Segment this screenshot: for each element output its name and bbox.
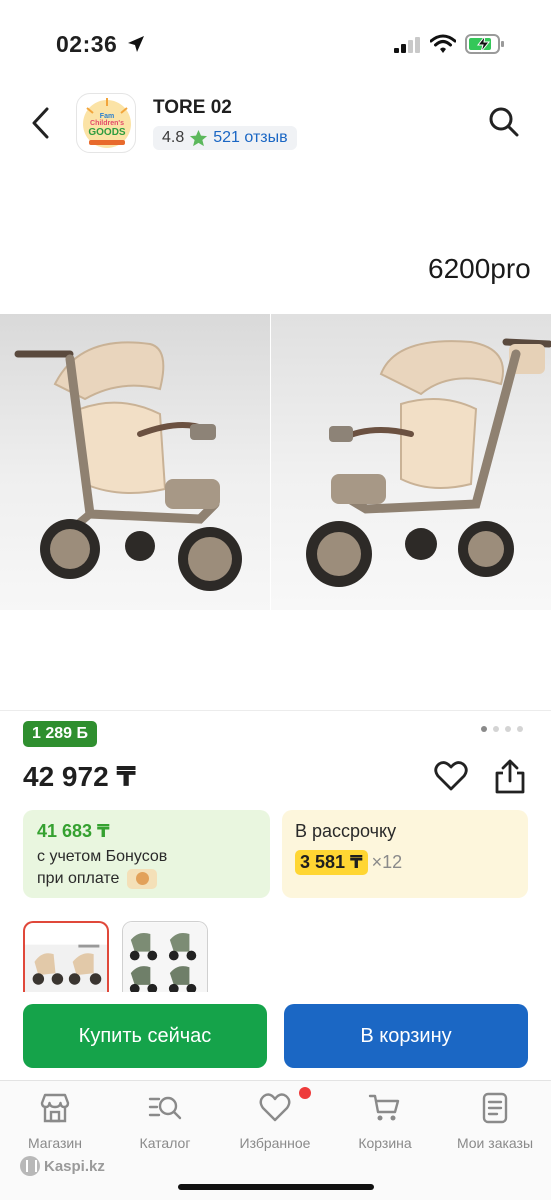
tricycle-illustration-right <box>306 338 551 587</box>
bottom-tab-bar: Магазин Каталог Избранное Корзина Мои за… <box>0 1080 551 1200</box>
installment-row: 3 581 ₸ ×12 <box>295 850 515 875</box>
status-time: 02:36 <box>56 31 118 57</box>
store-logo[interactable]: Fam Children's GOODS <box>76 93 136 153</box>
store-header: Fam Children's GOODS TORE 02 4.8 521 отз… <box>0 90 551 160</box>
thumbnail-image <box>123 922 207 993</box>
gallery-page-indicator <box>481 726 523 732</box>
kaspi-logo-icon <box>20 1156 40 1176</box>
page-dot-active <box>481 726 487 732</box>
installment-card[interactable]: В рассрочку 3 581 ₸ ×12 <box>282 810 528 898</box>
purchase-actions: Купить сейчас В корзину <box>0 992 551 1080</box>
star-icon <box>190 129 208 146</box>
wifi-icon <box>430 34 456 53</box>
tab-cart-label: Корзина <box>358 1135 412 1151</box>
page-dot <box>493 726 499 732</box>
kaspi-brand: Kaspi.kz <box>20 1156 105 1176</box>
tab-favorites[interactable]: Избранное <box>220 1091 330 1151</box>
installment-title: В рассрочку <box>295 821 397 841</box>
logo-text-line-3: GOODS <box>88 127 126 138</box>
bonus-text-line-2: при оплате <box>37 870 120 887</box>
installment-months: ×12 <box>371 852 403 872</box>
thumbnail-image <box>25 944 107 993</box>
reviews-link[interactable]: 521 отзыв <box>213 129 287 147</box>
tab-orders-label: Мои заказы <box>456 1135 534 1151</box>
product-price: 42 972 ₸ <box>23 761 136 792</box>
product-image-gallery[interactable]: 6200pro <box>0 160 551 711</box>
battery-charging-icon <box>465 34 504 54</box>
buy-now-button[interactable]: Купить сейчас <box>23 1004 267 1068</box>
kaspi-brand-text: Kaspi.kz <box>44 1157 105 1175</box>
cart-icon <box>368 1094 400 1121</box>
product-photo-left <box>0 314 270 610</box>
bonus-text: с учетом Бонусов при оплате <box>37 846 256 890</box>
favorites-notification-dot <box>299 1087 311 1099</box>
favorite-heart-icon[interactable] <box>434 761 468 791</box>
catalog-search-icon <box>148 1096 182 1120</box>
page-dot <box>505 726 511 732</box>
gallery-divider <box>0 710 551 711</box>
bonus-points-badge: 1 289 Б <box>23 721 97 747</box>
status-bar: 02:36 <box>0 0 551 90</box>
bonus-price: 41 683 ₸ <box>37 821 110 841</box>
orders-icon <box>482 1092 508 1124</box>
logo-text-line-1: Fam <box>100 113 114 120</box>
logo-text-line-2: Children's <box>90 120 124 127</box>
location-arrow-icon <box>128 36 144 52</box>
tab-catalog-label: Каталог <box>139 1135 191 1151</box>
model-label: 6200pro <box>428 253 531 284</box>
product-photo-right <box>271 314 551 610</box>
share-icon[interactable] <box>494 759 526 795</box>
tab-cart[interactable]: Корзина <box>330 1091 440 1151</box>
store-icon <box>40 1093 70 1123</box>
thumbnail-1-selected[interactable] <box>23 921 109 993</box>
page-dot <box>517 726 523 732</box>
rating-value: 4.8 <box>162 129 185 146</box>
cellular-signal-icon <box>394 37 420 53</box>
rating-pill[interactable]: 4.8 521 отзыв <box>153 126 297 150</box>
bonus-price-card[interactable]: 41 683 ₸ с учетом Бонусов при оплате <box>23 810 270 898</box>
add-to-cart-button[interactable]: В корзину <box>284 1004 528 1068</box>
store-name[interactable]: TORE 02 <box>153 97 232 119</box>
installment-monthly-amount: 3 581 ₸ <box>295 850 368 875</box>
tab-orders[interactable]: Мои заказы <box>440 1091 550 1151</box>
tricycle-illustration-left <box>14 341 242 591</box>
search-icon[interactable] <box>488 106 520 138</box>
thumbnail-2[interactable] <box>122 921 208 993</box>
back-chevron-icon[interactable] <box>28 106 54 140</box>
tab-favorites-label: Избранное <box>239 1135 311 1151</box>
tab-store-label: Магазин <box>27 1135 82 1151</box>
kaspi-pay-icon <box>126 868 157 889</box>
store-logo-image: Fam Children's GOODS <box>83 98 131 148</box>
home-indicator[interactable] <box>178 1184 374 1190</box>
bonus-text-line-1: с учетом Бонусов <box>37 848 168 865</box>
heart-icon <box>259 1093 291 1122</box>
tab-catalog[interactable]: Каталог <box>110 1091 220 1151</box>
tab-store[interactable]: Магазин <box>0 1091 110 1151</box>
